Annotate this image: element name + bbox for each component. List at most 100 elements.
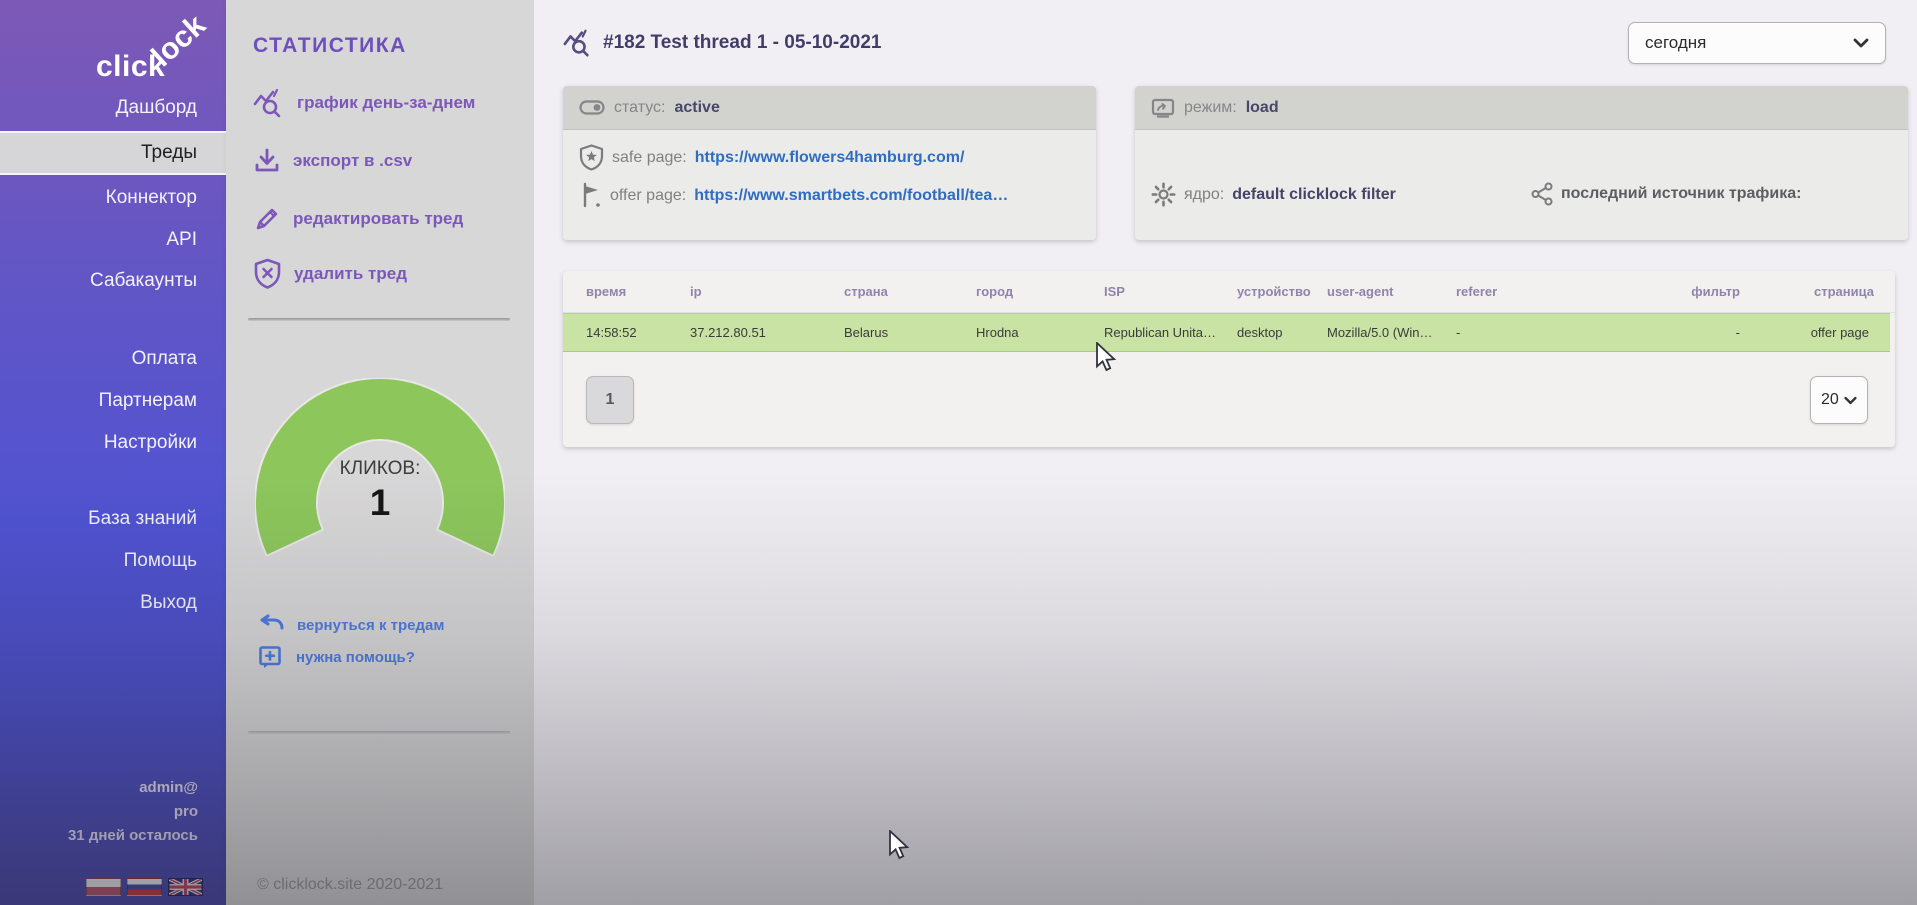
column-header-time: время xyxy=(586,284,690,299)
cell-ip: 37.212.80.51 xyxy=(690,325,844,340)
gauge-label: КЛИКОВ: xyxy=(255,458,505,480)
core-label: ядро: xyxy=(1184,186,1224,204)
cell-referer: - xyxy=(1456,325,1640,340)
cell-filter: - xyxy=(1640,325,1740,340)
chevron-down-icon xyxy=(1853,38,1869,48)
toggle-icon xyxy=(579,100,605,115)
pencil-icon xyxy=(253,205,281,233)
sidebar-item-connector[interactable]: Коннектор xyxy=(0,186,226,210)
cell-city: Hrodna xyxy=(976,325,1104,340)
redirect-icon xyxy=(1151,98,1175,118)
menu-item-edit-thread[interactable]: редактировать тред xyxy=(253,205,463,233)
menu-item-export-csv[interactable]: экспорт в .csv xyxy=(253,147,412,175)
menu-item-label: график день-за-днем xyxy=(297,93,475,113)
column-header-filter: фильтр xyxy=(1640,284,1740,299)
column-header-country: страна xyxy=(844,284,976,299)
cell-page: offer page xyxy=(1740,325,1869,340)
sidebar-item-logout[interactable]: Выход xyxy=(0,591,226,615)
sidebar-item-partners[interactable]: Партнерам xyxy=(0,389,226,413)
account-email: admin@ xyxy=(0,776,198,800)
sidebar-item-payment[interactable]: Оплата xyxy=(0,347,226,371)
mode-panel: режим: load ядро: default clicklock filt… xyxy=(1135,86,1908,240)
page-header: #182 Test thread 1 - 05-10-2021 xyxy=(563,28,881,58)
mode-value: load xyxy=(1246,99,1279,117)
core-row: ядро: default clicklock filter xyxy=(1151,182,1396,207)
share-icon xyxy=(1531,182,1553,206)
pagination-page-1-button[interactable]: 1 xyxy=(586,376,634,424)
menu-item-label: редактировать тред xyxy=(293,209,463,229)
clicklock-app: click lock Дашборд Треды Коннектор API С… xyxy=(0,0,1917,905)
download-icon xyxy=(253,147,281,175)
sidebar-item-subaccounts[interactable]: Сабакаунты xyxy=(0,269,226,293)
offer-page-label: offer page: xyxy=(610,187,686,205)
column-header-page: страница xyxy=(1740,284,1874,299)
flag-icon xyxy=(580,182,602,209)
safe-page-url[interactable]: https://www.flowers4hamburg.com/ xyxy=(695,149,965,167)
last-traffic-source-row: последний источник трафика: xyxy=(1531,182,1801,206)
sidebar-item-help[interactable]: Помощь xyxy=(0,549,226,573)
russia-flag[interactable] xyxy=(127,878,162,896)
sidebar-item-dashboard[interactable]: Дашборд xyxy=(0,96,226,120)
sidebar-item-knowledge-base[interactable]: База знаний xyxy=(0,507,226,531)
undo-icon xyxy=(258,614,284,636)
stats-divider-top xyxy=(248,318,510,321)
menu-item-delete-thread[interactable]: удалить тред xyxy=(253,258,407,289)
statistics-sidebar: СТАТИСТИКА график день-за-днем экспорт в… xyxy=(226,0,534,905)
chart-zoom-icon xyxy=(253,88,285,118)
cell-country: Belarus xyxy=(844,325,976,340)
table-header-row: время ip страна город ISP устройство use… xyxy=(563,271,1895,313)
chart-zoom-icon xyxy=(563,28,593,58)
account-info: admin@ pro 31 дней осталось xyxy=(0,776,226,848)
chevron-down-icon xyxy=(1844,396,1857,405)
clicklock-logo[interactable]: click lock xyxy=(0,14,226,94)
stats-divider-bottom xyxy=(248,731,510,734)
shield-x-icon xyxy=(253,258,282,289)
gauge-value: 1 xyxy=(255,482,505,524)
cell-isp: Republican Unita… xyxy=(1104,325,1237,340)
sidebar: click lock Дашборд Треды Коннектор API С… xyxy=(0,0,226,905)
language-switcher xyxy=(86,878,203,896)
need-help-link[interactable]: нужна помощь? xyxy=(258,645,415,669)
clicks-table: время ip страна город ISP устройство use… xyxy=(563,271,1895,447)
last-traffic-source-label: последний источник трафика: xyxy=(1561,185,1801,203)
page-size-select[interactable]: 20 xyxy=(1810,376,1868,424)
column-header-device: устройство xyxy=(1237,284,1327,299)
statistics-title: СТАТИСТИКА xyxy=(253,34,407,58)
offer-page-url[interactable]: https://www.smartbets.com/football/tea… xyxy=(694,187,1008,205)
mode-panel-header: режим: load xyxy=(1135,86,1908,130)
status-value: active xyxy=(674,99,719,117)
plus-square-icon xyxy=(258,645,283,669)
menu-item-label: удалить тред xyxy=(294,264,407,284)
core-value: default clicklock filter xyxy=(1232,186,1396,204)
mode-label: режим: xyxy=(1184,99,1237,117)
stats-link-label: вернуться к тредам xyxy=(297,617,444,634)
date-filter-select[interactable]: сегодня xyxy=(1628,22,1886,64)
safe-page-row: safe page: https://www.flowers4hamburg.c… xyxy=(579,144,964,171)
account-plan: pro xyxy=(0,800,198,824)
sidebar-item-settings[interactable]: Настройки xyxy=(0,431,226,455)
menu-item-label: экспорт в .csv xyxy=(293,151,412,171)
status-label: статус: xyxy=(614,99,665,117)
column-header-ip: ip xyxy=(690,284,844,299)
column-header-referer: referer xyxy=(1456,284,1640,299)
column-header-useragent: user-agent xyxy=(1327,284,1456,299)
page-size-value: 20 xyxy=(1821,391,1839,409)
cell-device: desktop xyxy=(1237,325,1327,340)
poland-flag[interactable] xyxy=(86,878,121,896)
page-title: #182 Test thread 1 - 05-10-2021 xyxy=(603,32,881,54)
sidebar-item-threads[interactable]: Треды xyxy=(0,131,226,175)
menu-item-day-by-day-chart[interactable]: график день-за-днем xyxy=(253,88,475,118)
sidebar-item-api[interactable]: API xyxy=(0,228,226,252)
account-days-left: 31 дней осталось xyxy=(0,824,198,848)
clicks-gauge: КЛИКОВ: 1 xyxy=(255,378,505,556)
offer-page-row: offer page: https://www.smartbets.com/fo… xyxy=(580,182,1008,209)
table-row[interactable]: 14:58:52 37.212.80.51 Belarus Hrodna Rep… xyxy=(563,313,1890,352)
column-header-isp: ISP xyxy=(1104,284,1237,299)
uk-flag[interactable] xyxy=(168,878,203,896)
status-panel: статус: active safe page: https://www.fl… xyxy=(563,86,1096,240)
status-panel-header: статус: active xyxy=(563,86,1096,130)
sidebar-nav: Дашборд Треды Коннектор API Сабакаунты О… xyxy=(0,96,226,615)
date-filter-value: сегодня xyxy=(1645,33,1706,53)
copyright: © clicklock.site 2020-2021 xyxy=(257,876,443,894)
back-to-threads-link[interactable]: вернуться к тредам xyxy=(258,614,444,636)
